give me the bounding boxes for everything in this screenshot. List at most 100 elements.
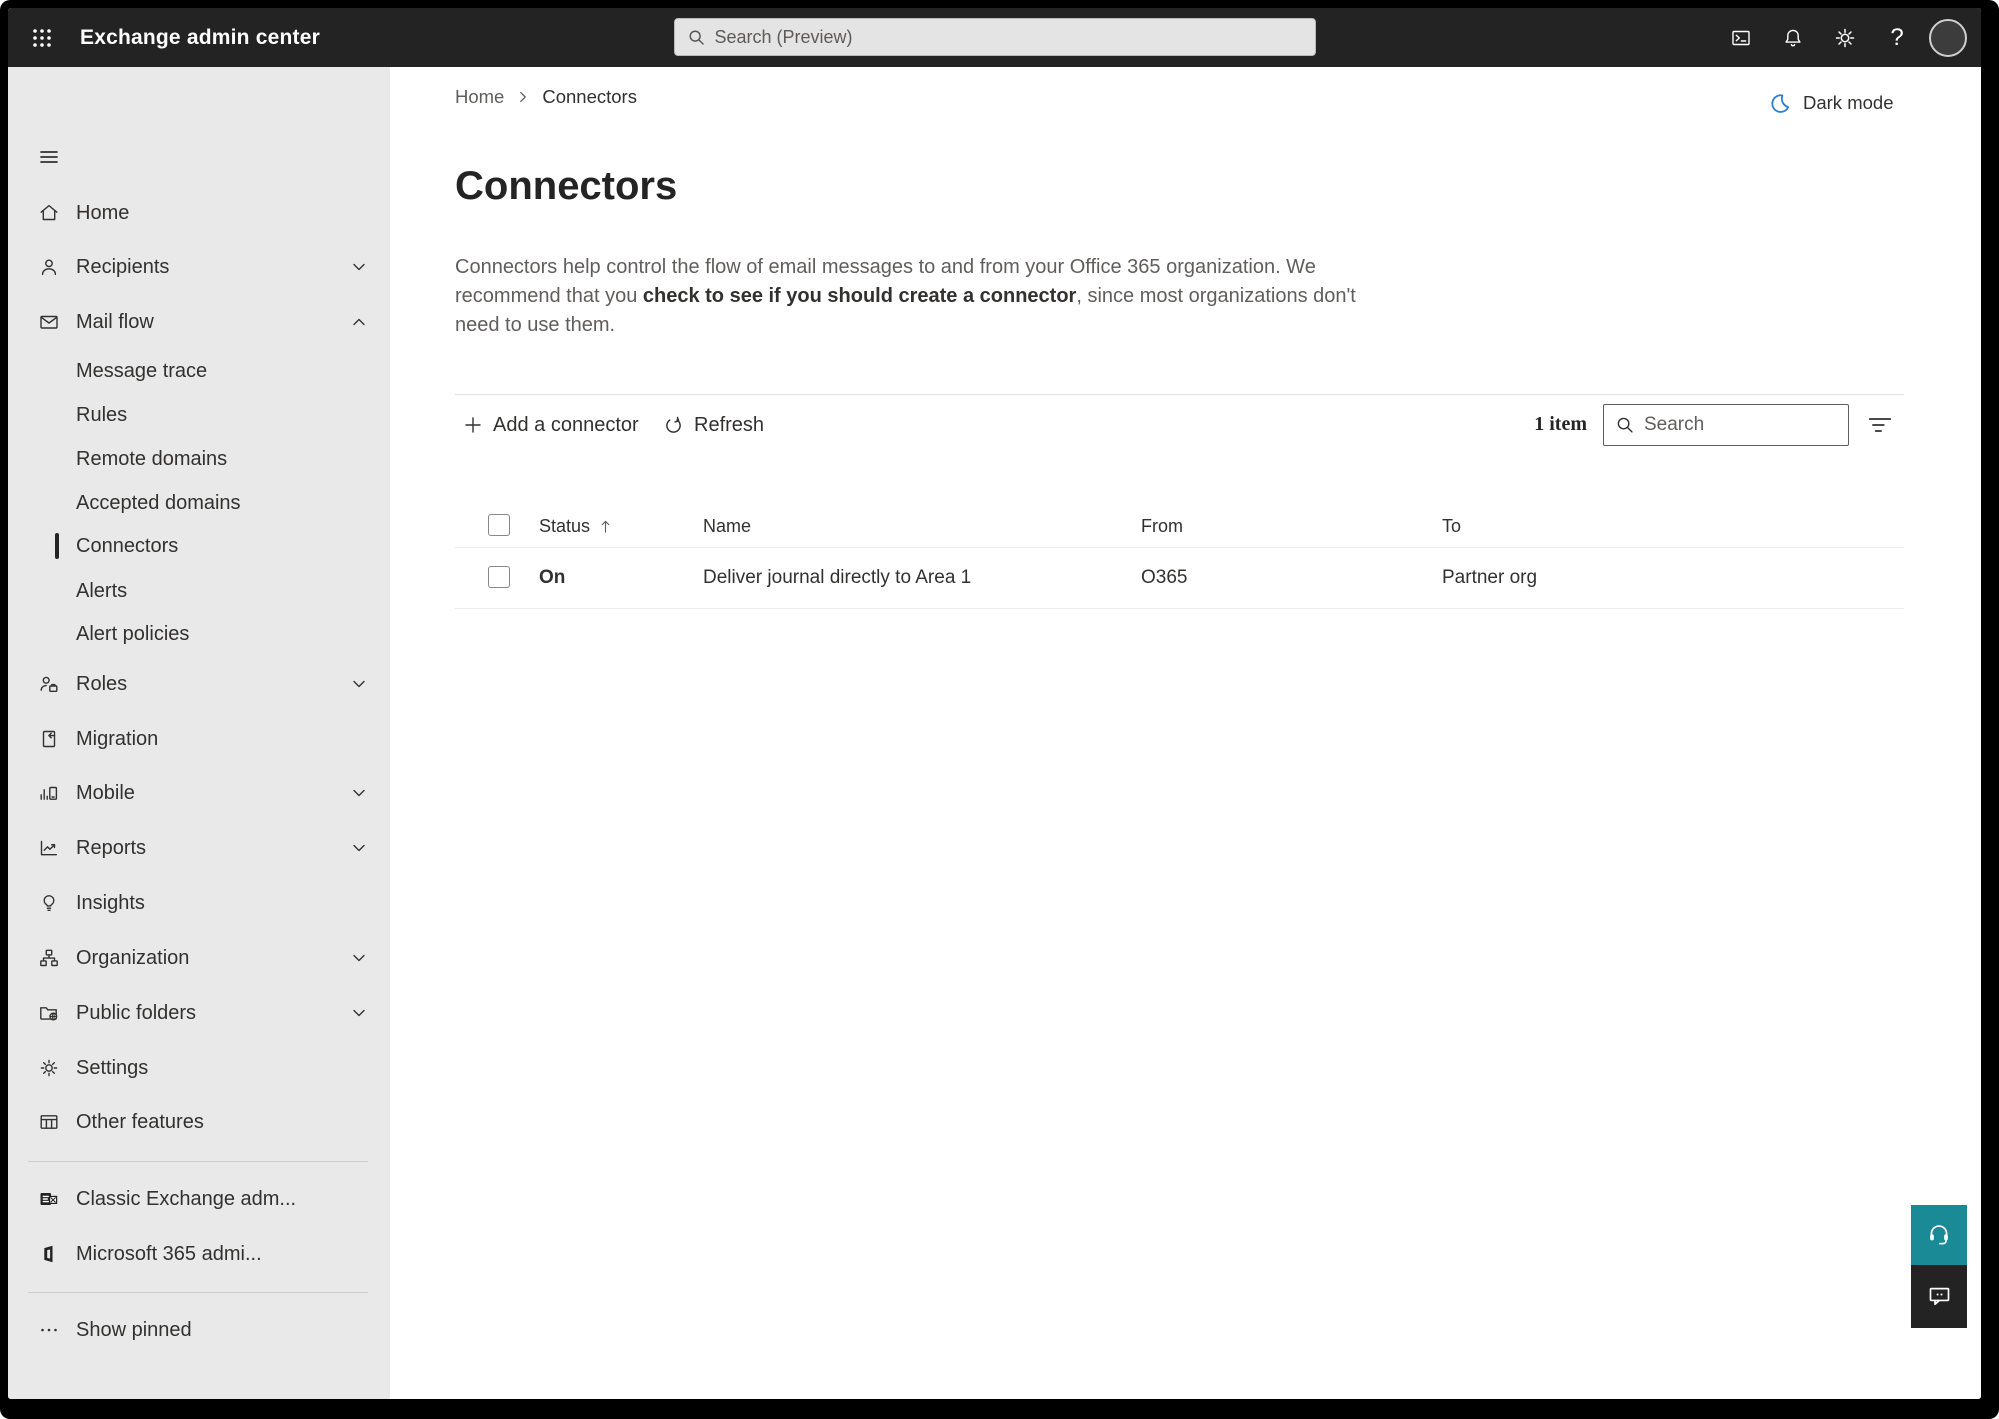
global-search-box[interactable] (673, 18, 1316, 56)
support-button[interactable] (1911, 1205, 1967, 1265)
row-divider (455, 608, 1904, 609)
bell-icon (1785, 29, 1801, 46)
sidebar-item-label: Recipients (76, 255, 170, 278)
app-title: Exchange admin center (80, 25, 320, 49)
search-icon (689, 30, 704, 45)
refresh-label: Refresh (694, 413, 765, 436)
select-all-checkbox[interactable] (488, 514, 510, 536)
page-title: Connectors (455, 164, 678, 208)
sidebar-item-settings[interactable]: Settings (8, 1046, 390, 1090)
org-chart-icon (38, 947, 60, 969)
top-bar: Exchange admin center Search (Preview) ? (8, 8, 1981, 67)
exchange-logo-icon (38, 1188, 60, 1210)
sort-ascending-icon (601, 520, 610, 533)
table-grid-icon (38, 1111, 60, 1133)
notifications-button[interactable] (1767, 14, 1819, 62)
column-header-label: Status (539, 516, 591, 536)
chevron-down-icon (350, 258, 368, 276)
sidebar-item-alerts[interactable]: Alerts (8, 569, 390, 613)
sidebar-item-organization[interactable]: Organization (8, 936, 390, 980)
column-header-status[interactable]: Status (539, 516, 613, 537)
sidebar-nav: Home Recipients Mail flow Message trace … (8, 67, 390, 1399)
main-content: Home Connectors Dark mode Connectors Con… (390, 67, 1981, 1399)
sidebar-item-mail-flow[interactable]: Mail flow (8, 300, 390, 344)
list-search-box[interactable] (1603, 404, 1849, 446)
sidebar-item-label: Organization (76, 946, 190, 969)
sidebar-item-label: Migration (76, 727, 159, 750)
column-header-label: To (1442, 516, 1462, 536)
breadcrumb-current: Connectors (542, 86, 637, 107)
sidebar-item-roles[interactable]: Roles (8, 662, 390, 706)
app-launcher-icon (33, 29, 51, 47)
settings-button[interactable] (1819, 14, 1871, 62)
sidebar-item-classic-exchange-admin[interactable]: Classic Exchange adm... (8, 1177, 390, 1221)
help-button[interactable]: ? (1871, 14, 1923, 62)
item-count: 1 item (1534, 413, 1587, 435)
chat-icon (1929, 1287, 1949, 1306)
sidebar-item-other-features[interactable]: Other features (8, 1100, 390, 1144)
dark-mode-toggle[interactable]: Dark mode (1768, 89, 1893, 117)
hamburger-icon (38, 146, 60, 168)
row-name[interactable]: Deliver journal directly to Area 1 (703, 567, 971, 589)
chevron-down-icon (350, 784, 368, 802)
sidebar-item-label: Accepted domains (76, 491, 241, 514)
row-checkbox[interactable] (488, 566, 510, 588)
sidebar-item-label: Home (76, 201, 130, 224)
sidebar-divider (28, 1292, 368, 1293)
header-row-divider (455, 547, 1904, 548)
reports-icon (38, 837, 60, 859)
sidebar-item-label: Rules (76, 403, 128, 426)
dark-mode-label: Dark mode (1803, 92, 1894, 113)
sidebar-item-remote-domains[interactable]: Remote domains (8, 437, 390, 481)
list-search-input[interactable] (1644, 414, 1837, 436)
search-icon (1617, 417, 1633, 433)
toolbar-divider (455, 394, 1904, 395)
sidebar-item-message-trace[interactable]: Message trace (8, 349, 390, 393)
sidebar-item-alert-policies[interactable]: Alert policies (8, 612, 390, 656)
sidebar-item-migration[interactable]: Migration (8, 717, 390, 761)
sidebar-item-label: Reports (76, 836, 147, 859)
powershell-button[interactable] (1715, 14, 1767, 62)
sidebar-item-recipients[interactable]: Recipients (8, 245, 390, 289)
app-launcher-button[interactable] (20, 16, 64, 60)
sidebar-item-label: Microsoft 365 admi... (76, 1242, 262, 1265)
sidebar-item-home[interactable]: Home (8, 191, 390, 235)
refresh-icon (666, 416, 681, 433)
feedback-button[interactable] (1911, 1265, 1967, 1328)
account-avatar[interactable] (1929, 18, 1967, 57)
roles-icon (38, 673, 60, 695)
add-connector-label: Add a connector (493, 413, 639, 436)
gear-icon (38, 1057, 60, 1079)
column-header-to[interactable]: To (1442, 516, 1461, 537)
breadcrumb-chevron-icon (520, 91, 527, 103)
gear-icon (1835, 28, 1855, 47)
page-description: Connectors help control the flow of emai… (455, 253, 1367, 340)
sidebar-item-label: Mail flow (76, 310, 154, 333)
sidebar-item-show-pinned[interactable]: Show pinned (8, 1308, 390, 1352)
sidebar-item-label: Classic Exchange adm... (76, 1187, 297, 1210)
sidebar-item-label: Roles (76, 672, 128, 695)
person-icon (38, 256, 60, 278)
sidebar-item-connectors[interactable]: Connectors (8, 524, 390, 568)
column-header-name[interactable]: Name (703, 516, 751, 537)
global-search-input[interactable] (714, 26, 1303, 48)
topbar-icons: ? (1715, 8, 1975, 67)
sidebar-item-insights[interactable]: Insights (8, 881, 390, 925)
sidebar-item-microsoft-365-admin[interactable]: Microsoft 365 admi... (8, 1232, 390, 1276)
public-folder-icon (38, 1002, 60, 1024)
description-link-text[interactable]: check to see if you should create a conn… (643, 285, 1076, 307)
refresh-button[interactable]: Refresh (663, 403, 764, 447)
column-header-label: From (1141, 516, 1183, 536)
sidebar-item-mobile[interactable]: Mobile (8, 771, 390, 815)
nav-collapse-button[interactable] (8, 135, 390, 179)
filter-button[interactable] (1866, 412, 1894, 438)
sidebar-item-public-folders[interactable]: Public folders (8, 991, 390, 1035)
sidebar-item-accepted-domains[interactable]: Accepted domains (8, 481, 390, 525)
plus-icon (465, 417, 481, 433)
sidebar-item-reports[interactable]: Reports (8, 826, 390, 870)
breadcrumb-home-link[interactable]: Home (455, 86, 504, 108)
sidebar-item-rules[interactable]: Rules (8, 393, 390, 437)
column-header-from[interactable]: From (1141, 516, 1183, 537)
add-connector-button[interactable]: Add a connector (463, 403, 639, 447)
app-screen: Exchange admin center Search (Preview) ?… (8, 8, 1981, 1399)
